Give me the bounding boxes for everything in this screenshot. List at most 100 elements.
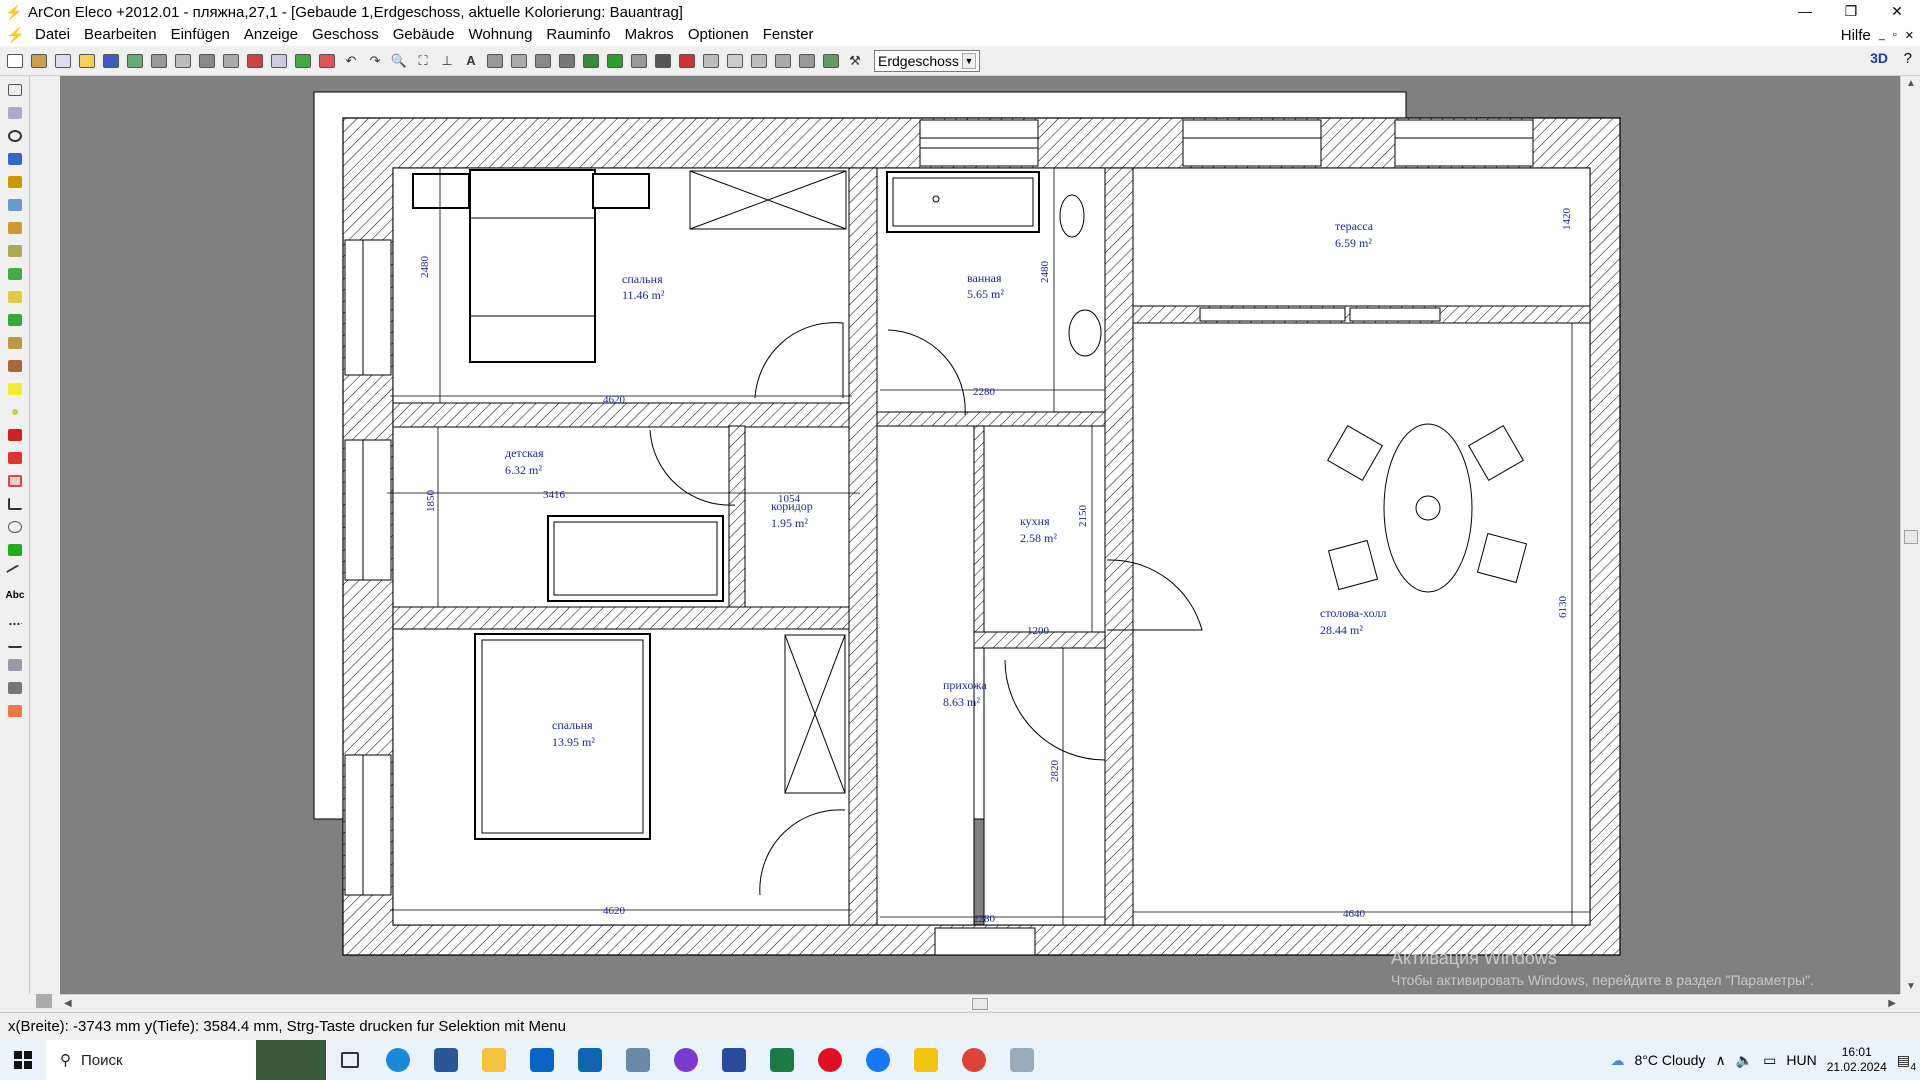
export-icon[interactable] [124, 50, 146, 72]
paint-icon[interactable] [4, 655, 26, 674]
wall-tool-icon[interactable] [484, 50, 506, 72]
scroll-up-icon[interactable]: ▲ [1906, 78, 1916, 89]
tools-icon[interactable]: ⚒ [844, 50, 866, 72]
menu-bearbeiten[interactable]: Bearbeiten [77, 24, 164, 46]
menu-gebaeude[interactable]: Gebäude [386, 24, 462, 46]
roof-tool-icon[interactable] [556, 50, 578, 72]
measure-icon[interactable] [796, 50, 818, 72]
chair-icon[interactable] [4, 356, 26, 375]
line-tool-icon[interactable] [4, 563, 26, 582]
stairs-tool-icon[interactable] [532, 50, 554, 72]
weather-text[interactable]: 8°C Cloudy [1634, 1052, 1705, 1068]
printer-setup-icon[interactable] [220, 50, 242, 72]
menu-rauminfo[interactable]: Rauminfo [539, 24, 617, 46]
menu-geschoss[interactable]: Geschoss [305, 24, 386, 46]
building-icon[interactable] [316, 50, 338, 72]
restore-button[interactable]: ❐ [1828, 0, 1874, 22]
word-icon[interactable] [422, 1040, 470, 1080]
measure-tool-icon[interactable] [4, 609, 26, 628]
effects-icon[interactable] [4, 701, 26, 720]
taskbar-search[interactable]: ⚲ Поиск [46, 1040, 326, 1080]
roof-icon[interactable] [4, 241, 26, 260]
stairs-icon[interactable] [4, 218, 26, 237]
grid-icon[interactable] [52, 50, 74, 72]
database-icon[interactable] [148, 50, 170, 72]
floor-slab-icon[interactable] [4, 310, 26, 329]
help-icon[interactable]: ? [1904, 50, 1912, 67]
scroll-down-icon[interactable]: ▼ [1906, 981, 1916, 992]
arrow-tool-icon[interactable] [4, 632, 26, 651]
horizontal-scrollbar[interactable]: ◀ ▶ [60, 994, 1900, 1012]
beam-icon[interactable] [4, 333, 26, 352]
menu-anzeige[interactable]: Anzeige [237, 24, 305, 46]
wall-icon[interactable] [4, 103, 26, 122]
red-frame-icon[interactable] [4, 448, 26, 467]
horizontal-scroll-thumb[interactable] [972, 998, 988, 1010]
menu-makros[interactable]: Makros [618, 24, 681, 46]
zoom-icon[interactable]: 🔍 [388, 50, 410, 72]
terrain-icon[interactable] [580, 50, 602, 72]
tray-chevron-up-icon[interactable]: ∧ [1715, 1052, 1725, 1069]
select-arrow-icon[interactable] [4, 80, 26, 99]
minimize-button[interactable]: — [1782, 0, 1828, 22]
slope-icon[interactable] [700, 50, 722, 72]
floor-select[interactable]: Erdgeschoss ▼ [874, 49, 980, 72]
camera-icon[interactable] [196, 50, 218, 72]
zoom-fit-icon[interactable]: ⛶ [412, 50, 434, 72]
color-icon[interactable] [676, 50, 698, 72]
print-icon[interactable] [172, 50, 194, 72]
layer-icon[interactable] [820, 50, 842, 72]
plan-view-icon[interactable] [604, 50, 626, 72]
new-file-icon[interactable] [4, 50, 26, 72]
pink-frame-icon[interactable] [4, 471, 26, 490]
point-icon[interactable] [4, 402, 26, 421]
facebook-icon[interactable] [854, 1040, 902, 1080]
hatch-tool-icon[interactable] [508, 50, 530, 72]
dimension-tool-icon[interactable] [4, 494, 26, 513]
speaker-icon[interactable]: 🔈 [1736, 1052, 1753, 1069]
edge-icon[interactable] [374, 1040, 422, 1080]
red-block-icon[interactable] [4, 425, 26, 444]
person-icon[interactable] [4, 517, 26, 536]
save-icon[interactable] [100, 50, 122, 72]
light-icon[interactable] [4, 379, 26, 398]
dimension-icon[interactable]: ⊥ [436, 50, 458, 72]
menu-optionen[interactable]: Optionen [681, 24, 756, 46]
text-block-icon[interactable] [724, 50, 746, 72]
opera-icon[interactable] [806, 1040, 854, 1080]
3d-view-button[interactable]: 3D [1870, 50, 1888, 66]
windows-start-icon[interactable] [0, 1040, 46, 1080]
redo-icon[interactable]: ↷ [364, 50, 386, 72]
mdi-close-icon[interactable]: ✕ [1905, 29, 1914, 42]
mdi-minimize-icon[interactable]: _ [1879, 29, 1885, 41]
document-icon[interactable]: ⚡ [6, 26, 25, 44]
text-icon[interactable]: A [460, 50, 482, 72]
column-icon[interactable] [4, 195, 26, 214]
vertical-scroll-thumb[interactable] [1904, 530, 1918, 544]
chart-icon[interactable] [748, 50, 770, 72]
undo-icon[interactable]: ↶ [340, 50, 362, 72]
chrome-icon[interactable] [950, 1040, 998, 1080]
menu-wohnung[interactable]: Wohnung [461, 24, 539, 46]
catalog-icon[interactable] [244, 50, 266, 72]
explorer-icon[interactable] [470, 1040, 518, 1080]
ceiling-icon[interactable] [4, 287, 26, 306]
furniture-icon[interactable] [652, 50, 674, 72]
brush-icon[interactable] [4, 678, 26, 697]
close-button[interactable]: ✕ [1874, 0, 1920, 22]
lasso-icon[interactable] [4, 126, 26, 145]
door-tool-icon[interactable] [4, 172, 26, 191]
excel-icon[interactable] [758, 1040, 806, 1080]
section-icon[interactable] [628, 50, 650, 72]
text-tool-icon[interactable]: Abc [4, 586, 26, 605]
arcon-taskbar-icon[interactable] [902, 1040, 950, 1080]
menu-hilfe[interactable]: Hilfe [1841, 27, 1871, 44]
green-bar-icon[interactable] [4, 540, 26, 559]
arrow-right-icon[interactable] [292, 50, 314, 72]
vertical-scrollbar[interactable]: ▲ ▼ [1900, 76, 1920, 994]
language-indicator[interactable]: HUN [1786, 1052, 1816, 1068]
menu-fenster[interactable]: Fenster [756, 24, 821, 46]
mdi-restore-icon[interactable]: ▫ [1893, 29, 1897, 41]
terrain-tool-icon[interactable] [4, 264, 26, 283]
menu-datei[interactable]: Datei [28, 24, 77, 46]
